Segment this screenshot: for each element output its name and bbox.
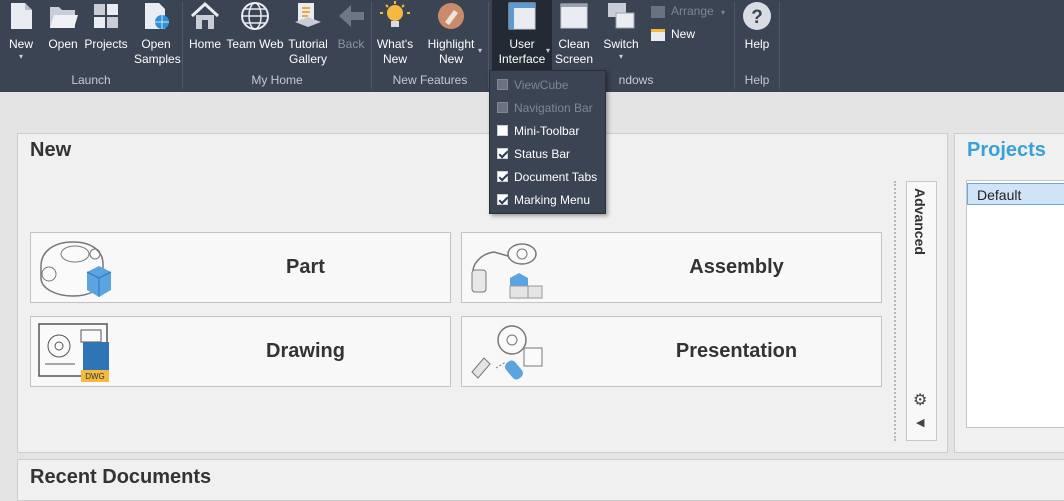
help-icon: ? (743, 2, 771, 30)
presentation-icon (471, 325, 543, 380)
assembly-icon (471, 243, 543, 300)
projects-panel: Projects Default (954, 133, 1064, 453)
back-arrow-icon (339, 5, 364, 27)
drawing-label: Drawing (266, 340, 345, 362)
advanced-label: Advanced (912, 188, 928, 255)
switch-window-icon (608, 3, 635, 29)
new-window-icon (651, 28, 665, 41)
menu-item-document-tabs[interactable]: Document Tabs (497, 170, 597, 188)
lightbulb-icon (380, 1, 410, 27)
chevron-down-icon: ▾ (546, 46, 551, 55)
tutorial-gallery-icon (295, 3, 321, 27)
gear-icon[interactable]: ⚙ (913, 390, 927, 410)
advanced-panel-toggle[interactable]: Advanced ⚙ ◀ (906, 181, 937, 441)
highlight-new-button[interactable]: Highlight New (422, 0, 480, 67)
dwg-badge: DWG (85, 372, 105, 381)
checkbox-checked-icon (497, 194, 508, 206)
open-samples-icon (145, 3, 169, 29)
projects-list: Default (966, 180, 1064, 428)
new-window-button[interactable]: New (651, 27, 695, 41)
whats-new-button[interactable]: What's New (375, 0, 415, 67)
new-button[interactable]: New ▾ (4, 0, 38, 62)
menu-item-status-bar[interactable]: Status Bar (497, 147, 570, 165)
globe-icon (241, 2, 269, 30)
group-label-help: Help (744, 73, 770, 87)
highlighter-icon (438, 3, 464, 29)
user-interface-icon (508, 2, 536, 30)
home-icon (190, 1, 220, 29)
tutorial-gallery-button[interactable]: Tutorial Gallery (286, 0, 330, 67)
drawing-icon: DWG (38, 323, 109, 382)
chevron-down-icon: ▾ (18, 52, 23, 61)
new-presentation-tile[interactable]: Presentation (461, 316, 882, 387)
project-item[interactable]: Default (967, 183, 1064, 205)
new-panel: New Part Assembly DWG Drawing Presentati… (17, 133, 948, 453)
projects-icon (94, 4, 118, 28)
part-icon (40, 241, 112, 297)
checkbox-icon (497, 125, 508, 137)
folder-open-icon (50, 7, 78, 28)
arrange-button[interactable]: Arrange ▾ (651, 4, 725, 18)
recent-documents-panel: Recent Documents (17, 459, 1064, 501)
advanced-separator (894, 181, 896, 441)
new-drawing-tile[interactable]: DWG Drawing (30, 316, 451, 387)
new-panel-title: New (30, 139, 72, 161)
help-button[interactable]: ? Help (738, 0, 776, 52)
recent-documents-title: Recent Documents (30, 466, 212, 488)
projects-button[interactable]: Projects (84, 0, 128, 52)
clean-screen-icon (560, 3, 588, 29)
svg-text:?: ? (751, 7, 763, 28)
team-web-button[interactable]: Team Web (226, 0, 284, 52)
open-button[interactable]: Open (45, 0, 81, 52)
back-button[interactable]: Back (334, 0, 368, 52)
menu-item-viewcube[interactable]: ViewCube (497, 78, 568, 96)
checkbox-icon (497, 79, 508, 91)
menu-item-marking-menu[interactable]: Marking Menu (497, 193, 590, 211)
user-interface-menu: ViewCube Navigation Bar Mini-Toolbar Sta… (489, 70, 606, 214)
chevron-down-icon: ▾ (721, 8, 726, 17)
clean-screen-button[interactable]: Clean Screen (555, 0, 593, 67)
open-samples-button[interactable]: Open Samples (134, 0, 181, 67)
home-button[interactable]: Home (186, 0, 224, 52)
group-separator (779, 2, 780, 89)
checkbox-checked-icon (497, 171, 508, 183)
group-label-launch: Launch (71, 73, 111, 87)
group-label-new-features: New Features (392, 73, 468, 87)
new-document-icon (11, 3, 32, 29)
arrange-grid-icon (651, 5, 665, 18)
user-interface-button[interactable]: User Interface (492, 0, 552, 70)
collapse-left-icon[interactable]: ◀ (916, 416, 924, 429)
checkbox-icon (497, 102, 508, 114)
chevron-down-icon: ▾ (618, 52, 623, 61)
part-label: Part (286, 256, 325, 278)
presentation-label: Presentation (675, 340, 798, 362)
group-label-windows: ndows (618, 73, 654, 87)
assembly-label: Assembly (689, 256, 784, 278)
new-assembly-tile[interactable]: Assembly (461, 232, 882, 303)
checkbox-checked-icon (497, 148, 508, 160)
menu-item-mini-toolbar[interactable]: Mini-Toolbar (497, 124, 579, 142)
switch-button[interactable]: Switch ▾ (600, 0, 642, 62)
new-part-tile[interactable]: Part (30, 232, 451, 303)
menu-item-navigation-bar[interactable]: Navigation Bar (497, 101, 593, 119)
projects-title: Projects (967, 139, 1046, 161)
group-label-my-home: My Home (251, 73, 303, 87)
chevron-down-icon: ▾ (478, 46, 483, 55)
